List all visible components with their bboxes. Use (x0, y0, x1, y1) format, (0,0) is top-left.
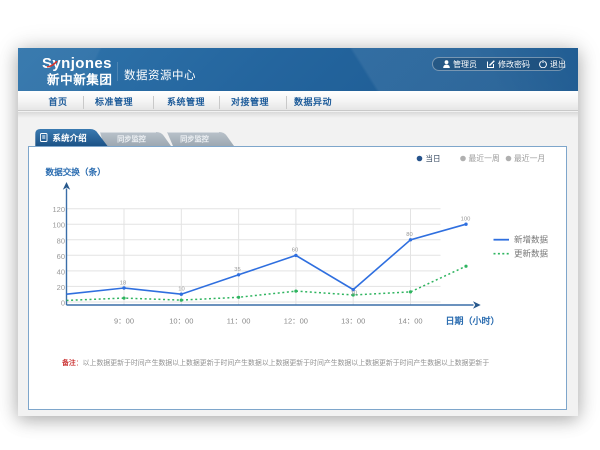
svg-text:40: 40 (57, 267, 65, 276)
svg-text:60: 60 (292, 248, 298, 254)
svg-text:系统介绍: 系统介绍 (53, 133, 87, 143)
svg-text:最近一周: 最近一周 (469, 153, 500, 163)
svg-text:14：00: 14：00 (398, 317, 422, 326)
svg-text:80: 80 (406, 232, 412, 238)
svg-text:10: 10 (351, 291, 357, 297)
svg-text:13：00: 13：00 (341, 317, 365, 326)
svg-text:18: 18 (120, 280, 126, 286)
svg-text:35: 35 (234, 267, 240, 273)
svg-text:当日: 当日 (426, 153, 441, 163)
svg-text:数据交换（条）: 数据交换（条） (46, 166, 106, 177)
svg-text:9：00: 9：00 (114, 317, 134, 326)
svg-text:12：00: 12：00 (284, 317, 308, 326)
svg-text:同步监控: 同步监控 (180, 135, 210, 144)
svg-text:10：00: 10：00 (169, 317, 193, 326)
svg-text:60: 60 (57, 252, 65, 261)
svg-text:11：00: 11：00 (227, 317, 251, 326)
svg-text:更新数据: 更新数据 (514, 249, 549, 259)
svg-text:0: 0 (61, 299, 65, 308)
svg-text:20: 20 (57, 283, 65, 292)
svg-text:同步监控: 同步监控 (117, 135, 147, 144)
svg-text:120: 120 (52, 205, 65, 214)
svg-text:最近一月: 最近一月 (514, 153, 545, 163)
svg-text:100: 100 (52, 221, 65, 230)
svg-text:新增数据: 新增数据 (514, 235, 549, 245)
svg-text:10: 10 (178, 287, 184, 293)
svg-text:日期（小时）: 日期（小时） (445, 315, 499, 326)
svg-text:100: 100 (461, 217, 471, 223)
svg-text:80: 80 (57, 236, 65, 245)
